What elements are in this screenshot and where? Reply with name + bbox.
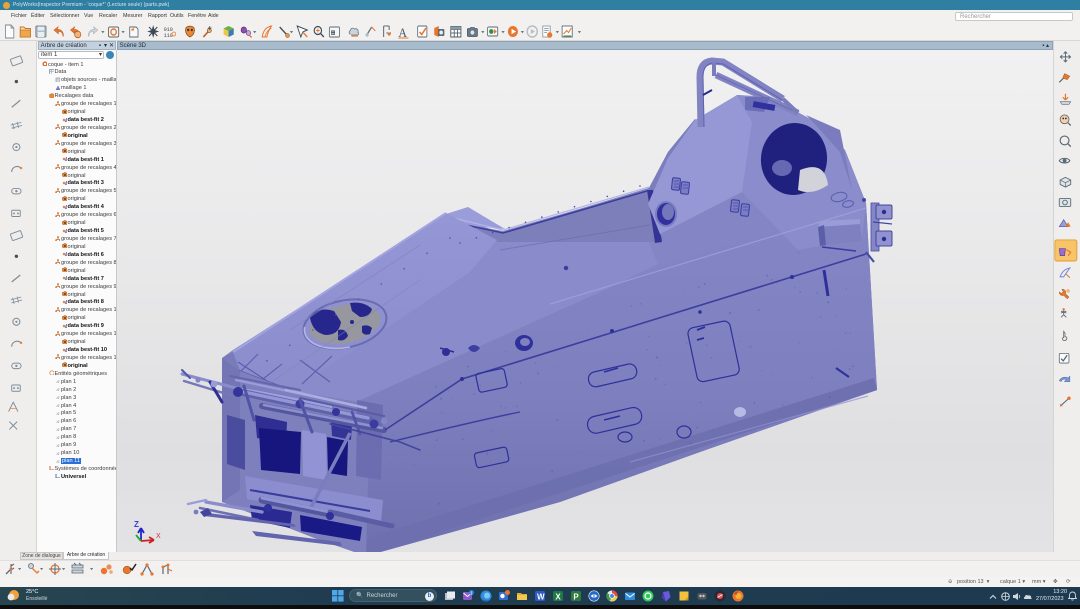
svg-text:P: P — [573, 593, 579, 602]
svg-text:g: g — [57, 459, 60, 463]
svg-text:110: 110 — [164, 33, 173, 39]
svg-text:⊞: ⊞ — [331, 30, 336, 36]
svg-text:Z: Z — [134, 520, 139, 529]
svg-text:W: W — [537, 593, 545, 602]
svg-text:g: g — [57, 435, 60, 439]
svg-text:X: X — [156, 533, 161, 540]
svg-text:X: X — [555, 593, 561, 602]
svg-text:g: g — [57, 387, 60, 391]
svg-text:g: g — [57, 395, 60, 399]
svg-text:g: g — [57, 451, 60, 455]
svg-text:g: g — [57, 411, 60, 415]
svg-text:g: g — [57, 380, 60, 384]
svg-text:g: g — [57, 419, 60, 423]
svg-text:g: g — [57, 403, 60, 407]
svg-text:g: g — [57, 427, 60, 431]
svg-text:g: g — [57, 443, 60, 447]
